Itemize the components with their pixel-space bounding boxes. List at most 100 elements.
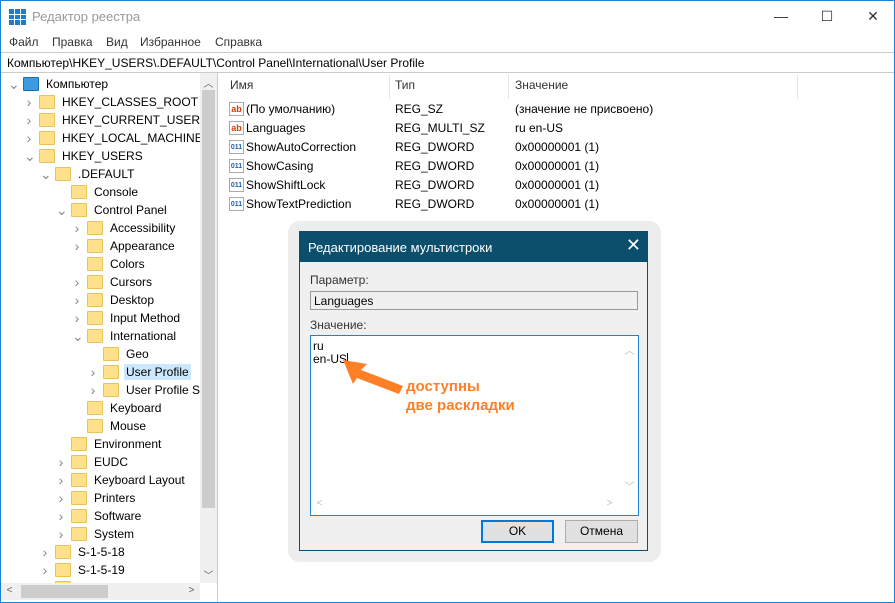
column-divider[interactable] bbox=[389, 75, 390, 99]
value-row[interactable]: ab Languages REG_MULTI_SZ ru en-US bbox=[229, 118, 889, 137]
cancel-button[interactable]: Отмена bbox=[565, 520, 638, 543]
tree-item[interactable]: Mouse bbox=[87, 417, 148, 435]
scroll-left-icon[interactable]: < bbox=[1, 585, 18, 596]
chevron-down-icon[interactable]: ⌄ bbox=[72, 328, 84, 345]
tree-item[interactable]: ⌄ HKEY_USERS bbox=[24, 147, 145, 165]
tree-item[interactable]: › Software bbox=[59, 507, 143, 525]
chevron-right-icon[interactable]: › bbox=[40, 562, 50, 578]
tree-item[interactable]: › HKEY_LOCAL_MACHINE bbox=[27, 129, 205, 147]
tree-item[interactable]: Keyboard bbox=[87, 399, 163, 417]
tree-item[interactable]: Colors bbox=[87, 255, 147, 273]
tree-item[interactable]: › System bbox=[59, 525, 136, 543]
menu-file[interactable]: Файл bbox=[9, 35, 39, 49]
tree-item[interactable]: ⌄ .DEFAULT bbox=[40, 165, 136, 183]
tree-item[interactable]: › User Profile bbox=[91, 363, 191, 381]
chevron-right-icon[interactable]: › bbox=[56, 490, 66, 506]
address-bar[interactable]: Компьютер\HKEY_USERS\.DEFAULT\Control Pa… bbox=[1, 52, 894, 73]
chevron-right-icon[interactable]: › bbox=[88, 364, 98, 380]
chevron-right-icon[interactable]: › bbox=[24, 130, 34, 146]
close-button[interactable]: ✕ bbox=[850, 1, 895, 32]
parameter-label: Параметр: bbox=[310, 273, 369, 287]
minimize-button[interactable]: — bbox=[758, 1, 804, 32]
tree-vertical-scrollbar[interactable]: ︿ ﹀ bbox=[200, 73, 217, 583]
tree-item[interactable]: ⌄ Компьютер bbox=[8, 75, 110, 93]
chevron-down-icon[interactable]: ⌄ bbox=[56, 202, 68, 219]
folder-icon bbox=[71, 491, 87, 505]
tree-item-label: S-1-5-19 bbox=[78, 563, 125, 577]
column-header-name[interactable]: Имя bbox=[230, 78, 253, 98]
scroll-up-icon[interactable]: ︿ bbox=[200, 75, 217, 90]
value-data: ru en-US bbox=[515, 121, 564, 135]
tree-item[interactable]: › Printers bbox=[59, 489, 137, 507]
chevron-right-icon[interactable]: › bbox=[56, 472, 66, 488]
chevron-down-icon[interactable]: ⌄ bbox=[40, 166, 52, 183]
tree-item[interactable]: Geo bbox=[103, 345, 151, 363]
scroll-down-icon[interactable]: ﹀ bbox=[621, 478, 638, 493]
tree-item[interactable]: Console bbox=[71, 183, 140, 201]
tree-item-label: Mouse bbox=[110, 419, 147, 433]
tree-item[interactable]: ⌄ International bbox=[72, 327, 178, 345]
chevron-right-icon[interactable]: › bbox=[24, 112, 34, 128]
tree-item[interactable]: › Cursors bbox=[75, 273, 154, 291]
scroll-up-icon[interactable]: ︿ bbox=[621, 342, 638, 357]
tree-item[interactable]: › HKEY_CLASSES_ROOT bbox=[27, 93, 200, 111]
scroll-right-icon[interactable]: > bbox=[601, 498, 618, 509]
chevron-right-icon[interactable]: › bbox=[72, 220, 82, 236]
column-divider[interactable] bbox=[508, 75, 509, 99]
chevron-right-icon[interactable]: › bbox=[88, 382, 98, 398]
scroll-left-icon[interactable]: < bbox=[311, 498, 328, 509]
menu-edit[interactable]: Правка bbox=[52, 35, 93, 49]
value-row[interactable]: 011 ShowCasing REG_DWORD 0x00000001 (1) bbox=[229, 156, 889, 175]
chevron-right-icon[interactable]: › bbox=[56, 508, 66, 524]
tree-item[interactable]: › Appearance bbox=[75, 237, 177, 255]
folder-icon bbox=[87, 329, 103, 343]
tree-item[interactable]: › EUDC bbox=[59, 453, 130, 471]
value-row[interactable]: 011 ShowAutoCorrection REG_DWORD 0x00000… bbox=[229, 137, 889, 156]
scroll-thumb[interactable] bbox=[202, 90, 215, 508]
folder-icon bbox=[71, 185, 87, 199]
tree-item[interactable]: ⌄ Control Panel bbox=[56, 201, 169, 219]
column-header-type[interactable]: Тип bbox=[395, 78, 415, 98]
dialog-close-icon[interactable]: ✕ bbox=[626, 235, 641, 256]
tree-item-label: Software bbox=[94, 509, 142, 523]
chevron-right-icon[interactable]: › bbox=[72, 274, 82, 290]
chevron-right-icon[interactable]: › bbox=[72, 310, 82, 326]
menu-help[interactable]: Справка bbox=[215, 35, 262, 49]
value-row[interactable]: 011 ShowShiftLock REG_DWORD 0x00000001 (… bbox=[229, 175, 889, 194]
value-row[interactable]: 011 ShowTextPrediction REG_DWORD 0x00000… bbox=[229, 194, 889, 213]
tree-item-label: Console bbox=[94, 185, 139, 199]
folder-icon bbox=[87, 221, 103, 235]
tree-item[interactable]: › Input Method bbox=[75, 309, 182, 327]
column-header-value[interactable]: Значение bbox=[515, 78, 568, 98]
chevron-right-icon[interactable]: › bbox=[72, 238, 82, 254]
tree-item[interactable]: › Accessibility bbox=[75, 219, 177, 237]
tree-item[interactable]: › S-1-5-19 bbox=[43, 561, 127, 579]
tree-item-label: Printers bbox=[94, 491, 136, 505]
tree-item[interactable]: Environment bbox=[71, 435, 163, 453]
tree-item[interactable]: › S-1-5-18 bbox=[43, 543, 127, 561]
tree-item-label: Keyboard bbox=[110, 401, 162, 415]
chevron-right-icon[interactable]: › bbox=[24, 94, 34, 110]
maximize-button[interactable]: ☐ bbox=[804, 1, 850, 32]
chevron-right-icon[interactable]: › bbox=[56, 526, 66, 542]
scroll-right-icon[interactable]: > bbox=[183, 585, 200, 596]
menu-view[interactable]: Вид bbox=[106, 35, 128, 49]
chevron-down-icon[interactable]: ⌄ bbox=[8, 76, 20, 93]
tree-item[interactable]: › Desktop bbox=[75, 291, 156, 309]
menu-favorites[interactable]: Избранное bbox=[140, 35, 201, 49]
tree-item[interactable]: › HKEY_CURRENT_USER bbox=[27, 111, 202, 129]
tree-item[interactable]: › Keyboard Layout bbox=[59, 471, 187, 489]
tree-item[interactable]: › User Profile Sy bbox=[91, 381, 208, 399]
ok-button[interactable]: OK bbox=[481, 520, 554, 543]
scroll-down-icon[interactable]: ﹀ bbox=[200, 567, 217, 582]
chevron-right-icon[interactable]: › bbox=[72, 292, 82, 308]
value-row[interactable]: ab (По умолчанию) REG_SZ (значение не пр… bbox=[229, 99, 889, 118]
value-data: 0x00000001 (1) bbox=[515, 197, 600, 211]
tree-horizontal-scrollbar[interactable]: < > bbox=[1, 583, 200, 600]
chevron-right-icon[interactable]: › bbox=[40, 544, 50, 560]
column-divider[interactable] bbox=[797, 75, 798, 99]
chevron-right-icon[interactable]: › bbox=[56, 454, 66, 470]
chevron-down-icon[interactable]: ⌄ bbox=[24, 148, 36, 165]
scroll-thumb[interactable] bbox=[21, 585, 108, 598]
value-name: ShowAutoCorrection bbox=[246, 140, 357, 154]
